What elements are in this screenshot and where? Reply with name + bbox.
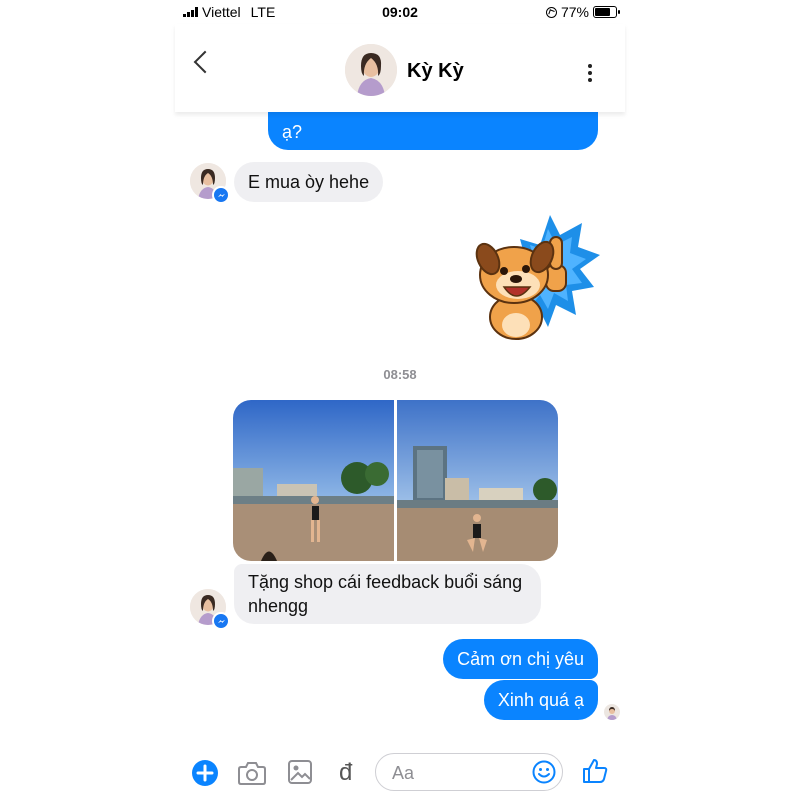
message-text: ạ? [282, 122, 303, 142]
camera-icon[interactable] [237, 759, 267, 792]
message-text: Tặng shop cái feedback buổi sáng nhengg [248, 572, 523, 616]
received-message[interactable]: E mua òy hehe [234, 162, 384, 202]
status-bar: Viettel LTE 09:02 77% [175, 0, 625, 24]
battery-percent: 77% [560, 4, 589, 20]
messenger-badge-icon [212, 186, 230, 204]
back-chevron-icon[interactable] [193, 50, 217, 74]
sticker-dog-thumbs-up[interactable] [468, 213, 600, 343]
message-composer: đ [175, 745, 625, 800]
emoji-icon[interactable] [532, 760, 556, 789]
more-vertical-icon[interactable] [587, 64, 593, 84]
rotation-lock-icon [545, 6, 557, 18]
photo-attachment-1[interactable] [233, 400, 394, 561]
sent-message[interactable]: Xinh quá ạ [483, 680, 598, 720]
contact-avatar[interactable] [345, 44, 397, 96]
sent-message[interactable]: Cảm ơn chị yêu [443, 639, 598, 679]
dong-currency-icon[interactable]: đ [339, 759, 352, 787]
message-text: Xinh quá ạ [497, 690, 584, 710]
read-receipt-avatar [604, 704, 620, 720]
message-timestamp: 08:58 [383, 367, 417, 382]
battery-info: 77% [545, 4, 620, 20]
messenger-badge-icon [212, 612, 230, 630]
chat-header: Kỳ Kỳ [175, 24, 625, 112]
message-input-box[interactable] [375, 753, 563, 791]
received-message[interactable]: Tặng shop cái feedback buổi sáng nhengg [234, 564, 541, 624]
battery-icon [593, 6, 620, 18]
message-text: Cảm ơn chị yêu [457, 649, 584, 669]
contact-name[interactable]: Kỳ Kỳ [407, 60, 464, 83]
thumbs-up-icon[interactable] [581, 757, 609, 790]
image-icon[interactable] [287, 759, 313, 790]
plus-circle-icon[interactable] [191, 759, 219, 792]
photo-attachment-2[interactable] [397, 400, 558, 561]
message-text: E mua òy hehe [248, 172, 370, 192]
message-input[interactable] [390, 762, 534, 785]
